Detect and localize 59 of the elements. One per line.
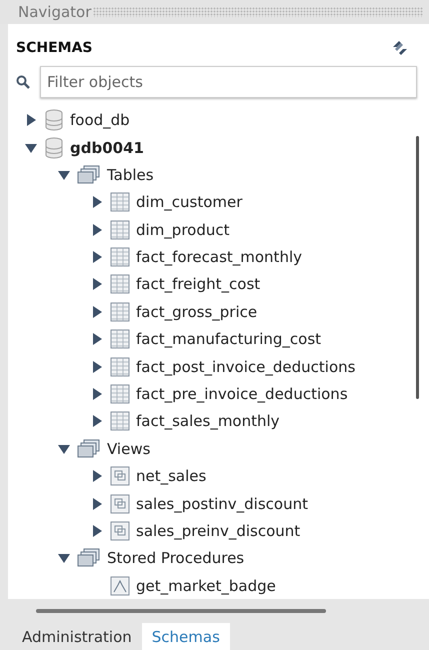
expand-arrow-icon[interactable] [90, 414, 104, 428]
expand-arrow-icon[interactable] [90, 524, 104, 538]
database-icon [44, 136, 64, 158]
tree-item[interactable]: Views [107, 440, 150, 458]
folder-stack-icon [77, 548, 101, 568]
scrollbar[interactable] [36, 609, 326, 614]
expand-arrow-icon[interactable] [90, 469, 104, 484]
tree-item[interactable]: food_db [70, 111, 130, 130]
tree-item[interactable]: fact_freight_cost [136, 275, 260, 294]
tree-item[interactable]: fact_sales_monthly [136, 412, 280, 430]
table-icon [110, 329, 130, 350]
tree-item[interactable]: fact_post_invoice_deductions [136, 358, 356, 376]
table-icon [110, 384, 130, 404]
view-icon [110, 520, 130, 541]
tree-item[interactable]: sales_postinv_discount [136, 494, 308, 513]
expand-arrow-icon[interactable] [90, 387, 104, 402]
expand-arrow-icon[interactable] [90, 222, 104, 237]
tree-item[interactable]: Stored Procedures [107, 549, 244, 568]
expand-arrow-icon[interactable] [90, 360, 104, 374]
expand-arrow-icon[interactable] [90, 332, 104, 346]
search-icon [16, 75, 30, 90]
view-icon [110, 494, 130, 514]
tree-item[interactable]: fact_manufacturing_cost [136, 330, 322, 348]
scrollbar[interactable] [416, 136, 419, 400]
table-icon [110, 192, 130, 212]
tab[interactable]: Administration [12, 623, 142, 650]
table-icon [110, 356, 130, 377]
table-icon [110, 302, 130, 322]
expand-arrow-icon[interactable] [90, 277, 104, 292]
folder-stack-icon [77, 438, 101, 459]
view-icon [110, 466, 130, 486]
table-icon [110, 220, 130, 240]
expand-arrow-icon[interactable] [24, 113, 38, 128]
table-icon [110, 274, 130, 294]
tab[interactable]: Schemas [142, 623, 230, 650]
panel-title: Navigator [18, 3, 92, 22]
filter-field[interactable]: Filter objects [40, 66, 417, 98]
tree-item[interactable]: dim_product [136, 220, 230, 239]
expand-arrow-icon[interactable] [90, 496, 104, 511]
tree-item[interactable]: sales_preinv_discount [136, 522, 300, 540]
expand-arrow-icon[interactable] [90, 195, 104, 210]
collapse-arrow-icon[interactable] [57, 551, 71, 566]
tree-item[interactable]: Tables [107, 166, 154, 184]
section-title: SCHEMAS [16, 40, 92, 56]
database-icon [44, 109, 64, 132]
expand-arrow-icon[interactable] [90, 250, 104, 264]
routine-icon [110, 576, 130, 596]
refresh-icon[interactable] [391, 40, 409, 56]
tree-item[interactable]: fact_gross_price [136, 302, 258, 321]
table-icon [110, 247, 130, 268]
tree-item[interactable]: net_sales [136, 467, 206, 486]
table-icon [110, 411, 130, 432]
tree-item[interactable]: fact_pre_invoice_deductions [136, 385, 348, 404]
expand-arrow-icon[interactable] [90, 304, 104, 319]
tree-item[interactable]: fact_forecast_monthly [136, 248, 302, 266]
tree-item[interactable]: dim_customer [136, 193, 242, 212]
tree-item[interactable]: get_market_badge [136, 576, 276, 595]
tree-item[interactable]: gdb0041 [70, 138, 144, 156]
folder-stack-icon [77, 164, 101, 185]
